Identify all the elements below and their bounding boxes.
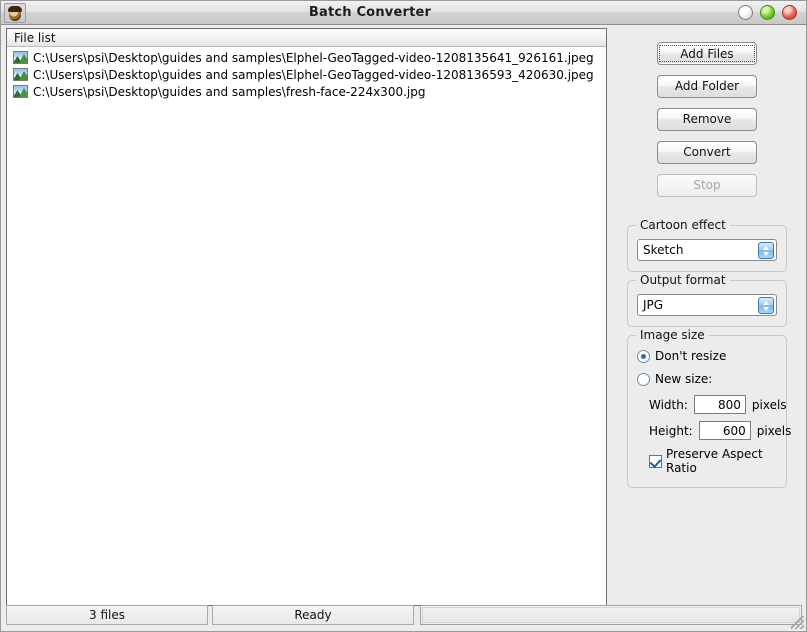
width-unit-label: pixels xyxy=(752,398,787,412)
list-item[interactable]: C:\Users\psi\Desktop\guides and samples\… xyxy=(7,49,606,66)
convert-button[interactable]: Convert xyxy=(657,141,757,164)
cartoon-effect-select[interactable]: Sketch xyxy=(637,239,777,261)
batch-converter-window: Batch Converter File list C:\Users\psi\D… xyxy=(0,0,807,632)
cartoon-effect-selected-value: Sketch xyxy=(643,243,683,257)
new-size-radio[interactable] xyxy=(637,373,650,386)
status-file-count: 3 files xyxy=(6,605,208,625)
new-size-radio-row[interactable]: New size: xyxy=(637,372,777,386)
resize-grip[interactable] xyxy=(791,616,804,629)
minimize-button[interactable] xyxy=(738,5,753,20)
window-controls xyxy=(738,5,797,20)
width-row: Width: pixels xyxy=(637,395,777,414)
image-file-icon xyxy=(13,68,28,81)
output-format-select[interactable]: JPG xyxy=(637,294,777,316)
face-portrait-icon xyxy=(4,3,26,23)
file-list-column-header[interactable]: File list xyxy=(7,29,606,47)
file-list-rows: C:\Users\psi\Desktop\guides and samples\… xyxy=(7,47,606,100)
remove-button[interactable]: Remove xyxy=(657,108,757,131)
output-format-selected-value: JPG xyxy=(643,298,663,312)
output-format-group: Output format JPG xyxy=(627,280,787,327)
stop-button: Stop xyxy=(657,174,757,197)
height-label: Height: xyxy=(649,424,693,438)
status-bar: 3 files Ready xyxy=(6,605,802,625)
chevron-updown-icon[interactable] xyxy=(758,242,774,259)
cartoon-effect-group: Cartoon effect Sketch xyxy=(627,225,787,272)
dont-resize-radio-row[interactable]: Don't resize xyxy=(637,349,777,363)
status-message: Ready xyxy=(212,605,414,625)
file-path: C:\Users\psi\Desktop\guides and samples\… xyxy=(33,51,594,65)
width-label: Width: xyxy=(649,398,688,412)
title-bar: Batch Converter xyxy=(1,1,806,25)
preserve-aspect-checkbox[interactable] xyxy=(649,455,662,468)
file-list-panel[interactable]: File list C:\Users\psi\Desktop\guides an… xyxy=(6,28,607,606)
progress-bar xyxy=(420,605,802,625)
width-input[interactable] xyxy=(694,395,746,414)
window-title: Batch Converter xyxy=(2,5,738,20)
image-file-icon xyxy=(13,51,28,64)
dont-resize-label: Don't resize xyxy=(655,349,726,363)
height-row: Height: pixels xyxy=(637,421,777,440)
list-item[interactable]: C:\Users\psi\Desktop\guides and samples\… xyxy=(7,83,606,100)
image-file-icon xyxy=(13,85,28,98)
add-folder-button[interactable]: Add Folder xyxy=(657,75,757,98)
file-path: C:\Users\psi\Desktop\guides and samples\… xyxy=(33,85,425,99)
file-path: C:\Users\psi\Desktop\guides and samples\… xyxy=(33,68,594,82)
height-unit-label: pixels xyxy=(757,424,792,438)
chevron-updown-icon[interactable] xyxy=(758,297,774,314)
output-format-legend: Output format xyxy=(636,273,730,287)
cartoon-effect-legend: Cartoon effect xyxy=(636,218,730,232)
add-files-label: Add Files xyxy=(659,45,755,62)
close-button[interactable] xyxy=(782,5,797,20)
add-files-button[interactable]: Add Files xyxy=(657,42,757,65)
new-size-label: New size: xyxy=(655,372,712,386)
preserve-aspect-label: Preserve Aspect Ratio xyxy=(666,447,777,475)
preserve-aspect-row[interactable]: Preserve Aspect Ratio xyxy=(637,447,777,475)
controls-panel: Add Files Add Folder Remove Convert Stop… xyxy=(611,28,803,606)
image-size-legend: Image size xyxy=(636,328,709,342)
list-item[interactable]: C:\Users\psi\Desktop\guides and samples\… xyxy=(7,66,606,83)
file-list-header-label: File list xyxy=(14,31,56,45)
image-size-group: Image size Don't resize New size: Width:… xyxy=(627,335,787,488)
maximize-button[interactable] xyxy=(760,5,775,20)
height-input[interactable] xyxy=(699,421,751,440)
dont-resize-radio[interactable] xyxy=(637,350,650,363)
